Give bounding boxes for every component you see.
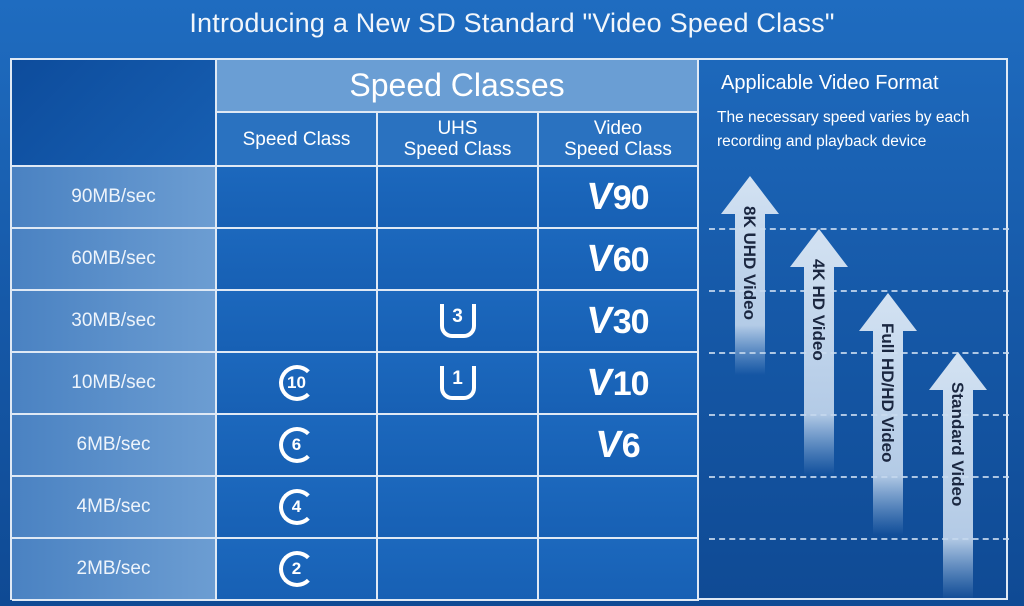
video-speed-class-icon: V30	[584, 299, 650, 343]
video-speed-class-cell	[539, 539, 699, 601]
speed-label-cell: 60MB/sec	[12, 229, 217, 291]
uhs-speed-class-cell	[378, 415, 539, 477]
video-header-line2: Speed Class	[564, 139, 672, 160]
v-letter: V	[593, 423, 624, 466]
speed-class-number: 2	[291, 559, 302, 578]
video-class-number: 30	[612, 302, 650, 341]
video-class-number: 90	[612, 178, 650, 217]
speed-label: 60MB/sec	[71, 248, 156, 269]
uhs-speed-class-cell: 3	[378, 291, 539, 353]
video-speed-class-icon: V6	[593, 423, 641, 467]
speed-class-cell: 2	[217, 539, 378, 601]
speed-label-cell: 4MB/sec	[12, 477, 217, 539]
page-title: Introducing a New SD Standard "Video Spe…	[189, 8, 835, 38]
speed-class-cell	[217, 229, 378, 291]
speed-class-number: 6	[291, 435, 302, 454]
speed-classes-header: Speed Classes	[217, 60, 699, 113]
speed-label: 4MB/sec	[76, 496, 151, 517]
speed-class-c-icon: 2	[278, 551, 315, 587]
corner-cell	[12, 60, 217, 167]
video-speed-class-icon: V90	[584, 175, 650, 219]
speed-class-table: Speed Classes Speed Class UHS Speed Clas…	[10, 58, 1010, 601]
uhs-speed-class-cell	[378, 229, 539, 291]
uhs-header-line1: UHS	[437, 118, 478, 139]
video-format-label: Standard Video	[948, 382, 967, 507]
video-class-number: 60	[612, 240, 650, 279]
arrows-graphic	[721, 176, 987, 600]
video-speed-class-cell: V90	[539, 167, 699, 229]
uhs-u-icon: 1	[439, 366, 476, 400]
speed-class-c-icon: 6	[278, 427, 315, 463]
video-format-label: 8K UHD Video	[740, 206, 759, 320]
applicable-video-format-panel: Applicable Video Format The necessary sp…	[709, 60, 1010, 600]
video-speed-class-icon: V10	[584, 361, 650, 405]
video-class-number: 6	[621, 426, 641, 465]
v-letter: V	[584, 299, 615, 342]
video-class-number: 10	[612, 364, 650, 403]
uhs-speed-class-cell	[378, 167, 539, 229]
uhs-number: 3	[452, 306, 463, 327]
uhs-speed-class-cell: 1	[378, 353, 539, 415]
v-letter: V	[584, 175, 615, 218]
speed-class-cell: 4	[217, 477, 378, 539]
speed-class-c-icon: 10	[278, 365, 315, 401]
video-speed-class-cell: V10	[539, 353, 699, 415]
video-format-label: 4K HD Video	[809, 259, 828, 361]
speed-class-cell	[217, 167, 378, 229]
uhs-number: 1	[452, 368, 463, 389]
speed-class-cell: 6	[217, 415, 378, 477]
speed-class-cell: 10	[217, 353, 378, 415]
speed-label: 6MB/sec	[76, 434, 151, 455]
speed-class-cell	[217, 291, 378, 353]
uhs-speed-class-cell	[378, 477, 539, 539]
speed-class-c-icon: 4	[278, 489, 315, 525]
speed-label: 2MB/sec	[76, 558, 151, 579]
uhs-u-icon: 3	[439, 304, 476, 338]
speed-label: 10MB/sec	[71, 372, 156, 393]
v-letter: V	[584, 237, 615, 280]
uhs-speed-class-cell	[378, 539, 539, 601]
speed-label-cell: 90MB/sec	[12, 167, 217, 229]
speed-class-number: 10	[287, 373, 306, 392]
speed-class-header: Speed Class	[217, 113, 378, 167]
speed-class-number: 4	[291, 497, 302, 516]
speed-label-cell: 30MB/sec	[12, 291, 217, 353]
video-speed-class-header: Video Speed Class	[539, 113, 699, 167]
video-format-label: Full HD/HD Video	[878, 323, 897, 463]
video-speed-class-cell: V60	[539, 229, 699, 291]
speed-label-cell: 10MB/sec	[12, 353, 217, 415]
speed-label-cell: 6MB/sec	[12, 415, 217, 477]
video-speed-class-cell: V6	[539, 415, 699, 477]
video-header-line1: Video	[593, 118, 643, 139]
video-speed-class-cell: V30	[539, 291, 699, 353]
uhs-header-line2: Speed Class	[403, 139, 512, 160]
speed-label-cell: 2MB/sec	[12, 539, 217, 601]
speed-label: 90MB/sec	[71, 186, 156, 207]
speed-label: 30MB/sec	[71, 310, 156, 331]
uhs-speed-class-header: UHS Speed Class	[378, 113, 539, 167]
video-speed-class-icon: V60	[584, 237, 650, 281]
v-letter: V	[584, 361, 615, 404]
video-speed-class-cell	[539, 477, 699, 539]
